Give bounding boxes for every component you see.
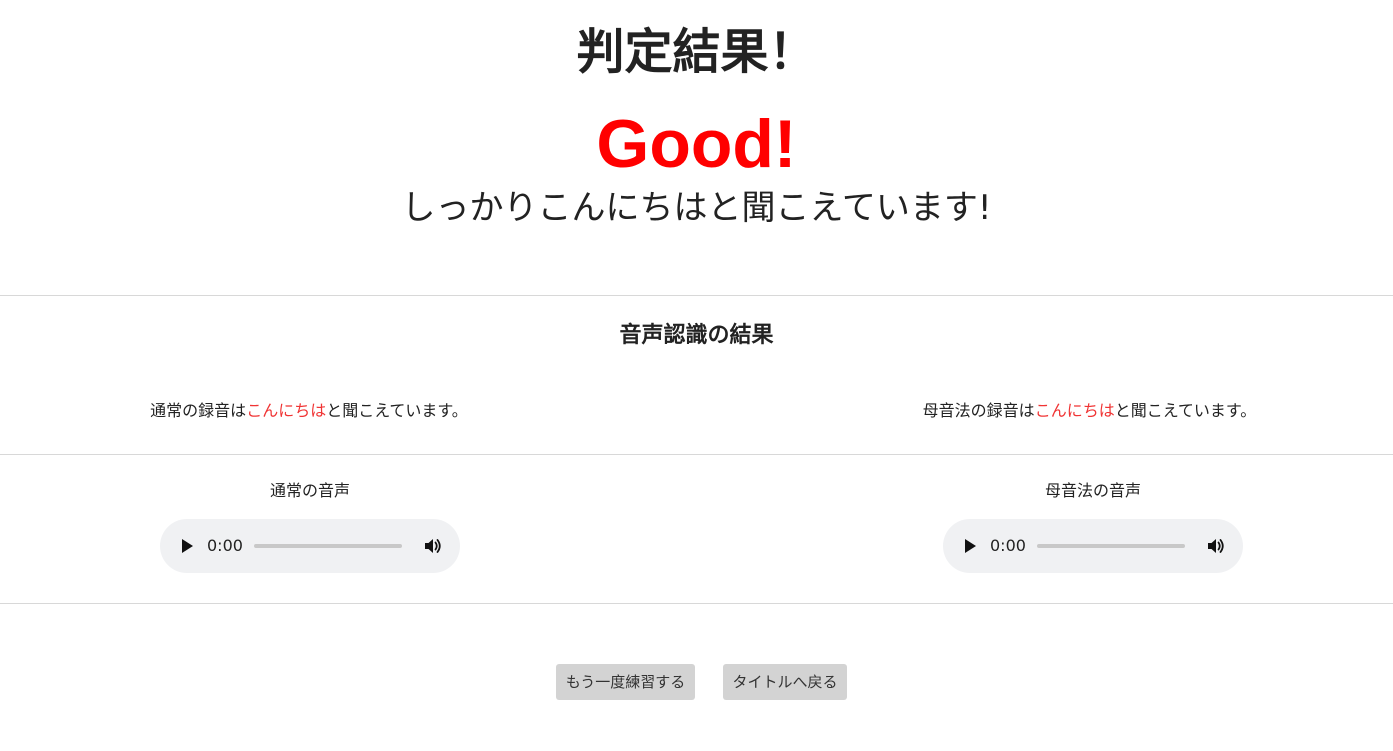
normal-audio-label: 通常の音声	[269, 481, 350, 500]
volume-button[interactable]	[420, 533, 446, 559]
seek-bar[interactable]	[1037, 544, 1185, 548]
volume-icon	[425, 539, 441, 553]
play-icon	[182, 539, 193, 553]
volume-button[interactable]	[1203, 533, 1229, 559]
vowel-result-prefix: 母音法の録音は	[922, 401, 1035, 420]
normal-result-suffix: と聞こえています。	[326, 401, 468, 420]
divider	[0, 454, 1393, 455]
play-button[interactable]	[174, 533, 200, 559]
back-to-title-button[interactable]: タイトルへ戻る	[723, 664, 847, 700]
section-title: 音声認識の結果	[619, 323, 774, 348]
divider	[0, 295, 1393, 296]
normal-result-text: 通常の録音はこんにちはと聞こえています。	[0, 398, 618, 424]
volume-icon	[1208, 539, 1224, 553]
vowel-result-word: こんにちは	[1034, 401, 1115, 420]
retry-button[interactable]: もう一度練習する	[556, 664, 695, 700]
seek-bar[interactable]	[254, 544, 402, 548]
normal-result-word: こんにちは	[246, 401, 327, 420]
page-title: 判定結果！	[576, 24, 817, 80]
vowel-result-suffix: と聞こえています。	[1114, 401, 1257, 420]
vowel-audio-player[interactable]: 0:00	[943, 519, 1243, 573]
verdict-text: Good!	[596, 106, 797, 182]
verdict-message: しっかりこんにちはと聞こえています!	[401, 188, 992, 228]
time-display: 0:00	[990, 536, 1026, 555]
play-icon	[965, 539, 976, 553]
play-button[interactable]	[957, 533, 983, 559]
result-page: 判定結果！ Good! しっかりこんにちはと聞こえています! 音声認識の結果 通…	[0, 0, 1393, 751]
divider	[0, 603, 1393, 604]
vowel-audio-label: 母音法の音声	[1044, 481, 1141, 500]
vowel-result-text: 母音法の録音はこんにちはと聞こえています。	[786, 398, 1393, 424]
normal-result-prefix: 通常の録音は	[150, 401, 247, 420]
normal-audio-player[interactable]: 0:00	[160, 519, 460, 573]
time-display: 0:00	[207, 536, 243, 555]
